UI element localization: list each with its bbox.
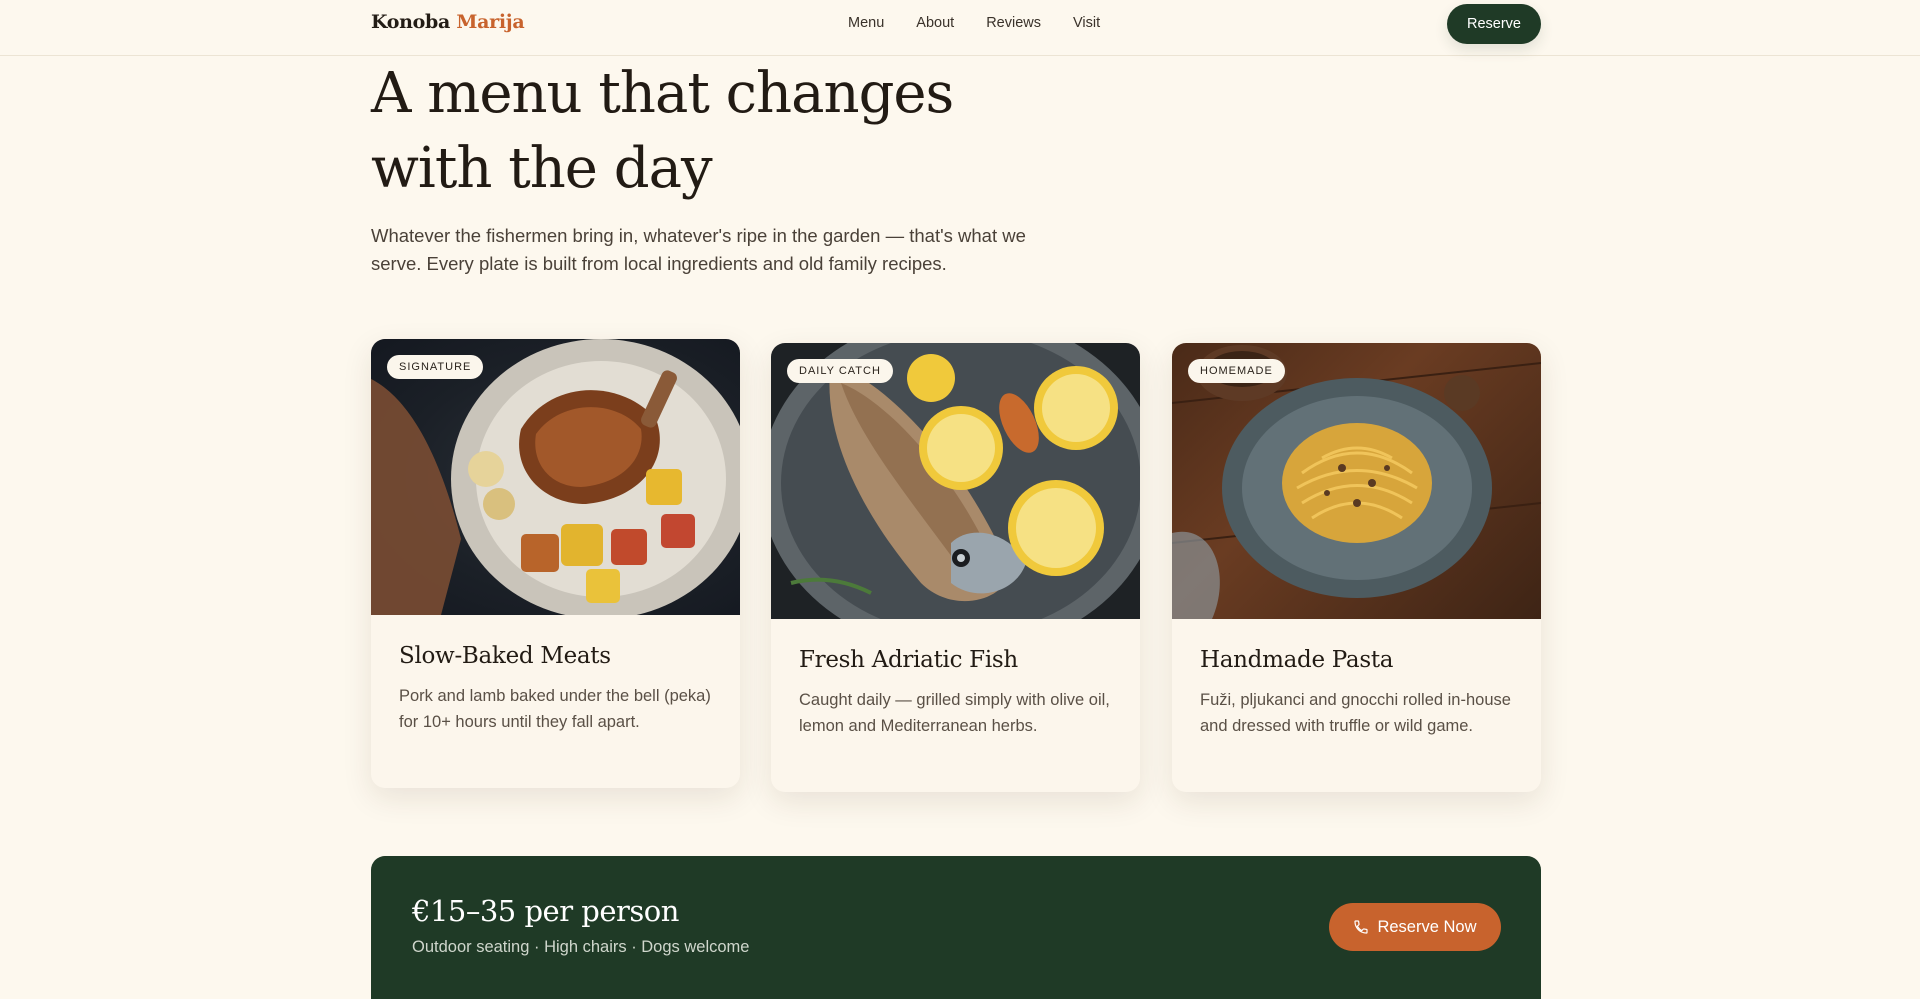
price-range: €15–35 per person xyxy=(412,894,679,928)
card-badge: HOMEMADE xyxy=(1188,359,1285,383)
hero-subtitle: Whatever the fishermen bring in, whateve… xyxy=(371,225,1026,274)
card-title: Handmade Pasta xyxy=(1200,647,1394,673)
top-nav: Konoba Marija Menu About Reviews Visit R… xyxy=(0,0,1920,56)
logo-accent: Marija xyxy=(456,11,525,33)
card-description: Pork and lamb baked under the bell (peka… xyxy=(399,687,711,731)
hero-title: A menu that changes with the day xyxy=(371,61,954,201)
pasta-bowl-illustration xyxy=(1172,345,1541,619)
amenities-info: Outdoor seating · High chairs · Dogs wel… xyxy=(412,938,750,956)
reserve-now-button[interactable]: Reserve Now xyxy=(1329,903,1501,951)
card-title: Fresh Adriatic Fish xyxy=(799,647,1018,673)
card-title: Slow-Baked Meats xyxy=(399,643,611,669)
reserve-button[interactable]: Reserve xyxy=(1447,4,1541,44)
menu-card-pasta[interactable]: HOMEMADE Handmade Pasta Fuži, pljukanci … xyxy=(1172,343,1541,792)
card-description: Fuži, pljukanci and gnocchi rolled in-ho… xyxy=(1200,691,1511,735)
nav-links: Menu About Reviews Visit xyxy=(848,15,1132,31)
roast-meat-plate-image: SIGNATURE xyxy=(371,339,740,619)
grilled-fish-illustration xyxy=(771,343,1140,653)
roast-meat-illustration xyxy=(371,339,740,619)
card-description: Caught daily — grilled simply with olive… xyxy=(799,691,1110,735)
grilled-fish-plate-image: DAILY CATCH xyxy=(771,343,1140,653)
card-badge: SIGNATURE xyxy=(387,355,484,379)
reserve-now-label: Reserve Now xyxy=(1377,917,1477,936)
nav-link-visit[interactable]: Visit xyxy=(1073,15,1100,31)
menu-card-fish[interactable]: DAILY CATCH Fresh Adriatic Fish Caught d… xyxy=(771,343,1140,792)
logo[interactable]: Konoba Marija xyxy=(371,11,525,33)
pricing-cta: €15–35 per person Outdoor seating · High… xyxy=(371,856,1541,999)
pasta-bowl-image: HOMEMADE xyxy=(1172,343,1541,619)
nav-link-reviews[interactable]: Reviews xyxy=(986,15,1041,31)
nav-link-about[interactable]: About xyxy=(916,15,954,31)
nav-link-menu[interactable]: Menu xyxy=(848,15,884,31)
phone-icon xyxy=(1354,920,1369,934)
menu-card-meats[interactable]: SIGNATURE Slow-Baked Meats Pork and lamb… xyxy=(371,339,740,788)
logo-main: Konoba xyxy=(371,11,451,33)
card-badge: DAILY CATCH xyxy=(787,359,893,383)
